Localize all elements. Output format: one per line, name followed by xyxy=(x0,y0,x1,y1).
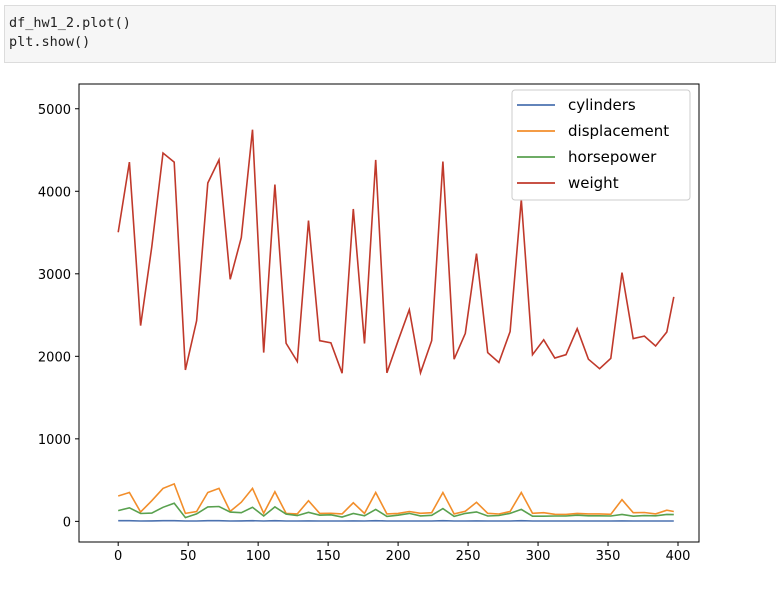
x-tick-label: 300 xyxy=(526,549,551,564)
cell-output: 0 50 100 150 200 250 300 350 400 0 1000 2000 3000 40… xyxy=(0,68,780,587)
x-tick-label: 200 xyxy=(386,549,411,564)
y-tick-label: 1000 xyxy=(38,433,71,448)
x-tick-label: 0 xyxy=(114,549,122,564)
y-tick-label: 2000 xyxy=(38,350,71,365)
code-line-1: df_hw1_2.plot() xyxy=(9,14,775,33)
code-cell[interactable]: df_hw1_2.plot() plt.show() xyxy=(4,5,776,63)
line-chart: 0 50 100 150 200 250 300 350 400 0 1000 2000 3000 40… xyxy=(0,68,780,587)
x-tick-label: 100 xyxy=(246,549,271,564)
x-tick-label: 50 xyxy=(180,549,197,564)
legend-label-cylinders: cylinders xyxy=(568,96,636,114)
x-tick-label: 150 xyxy=(316,549,341,564)
legend: cylinders displacement horsepower weight xyxy=(512,90,690,200)
legend-label-displacement: displacement xyxy=(568,122,669,140)
x-tick-label: 400 xyxy=(666,549,691,564)
code-line-2: plt.show() xyxy=(9,33,775,52)
y-tick-label: 4000 xyxy=(38,185,71,200)
y-tick-label: 3000 xyxy=(38,268,71,283)
x-tick-label: 250 xyxy=(456,549,481,564)
legend-label-weight: weight xyxy=(568,174,619,192)
series-line-displacement xyxy=(118,484,674,515)
y-tick-label: 0 xyxy=(63,515,71,530)
legend-label-horsepower: horsepower xyxy=(568,148,657,166)
series-line-horsepower xyxy=(118,503,674,517)
y-tick-label: 5000 xyxy=(38,103,71,118)
x-tick-label: 350 xyxy=(596,549,621,564)
